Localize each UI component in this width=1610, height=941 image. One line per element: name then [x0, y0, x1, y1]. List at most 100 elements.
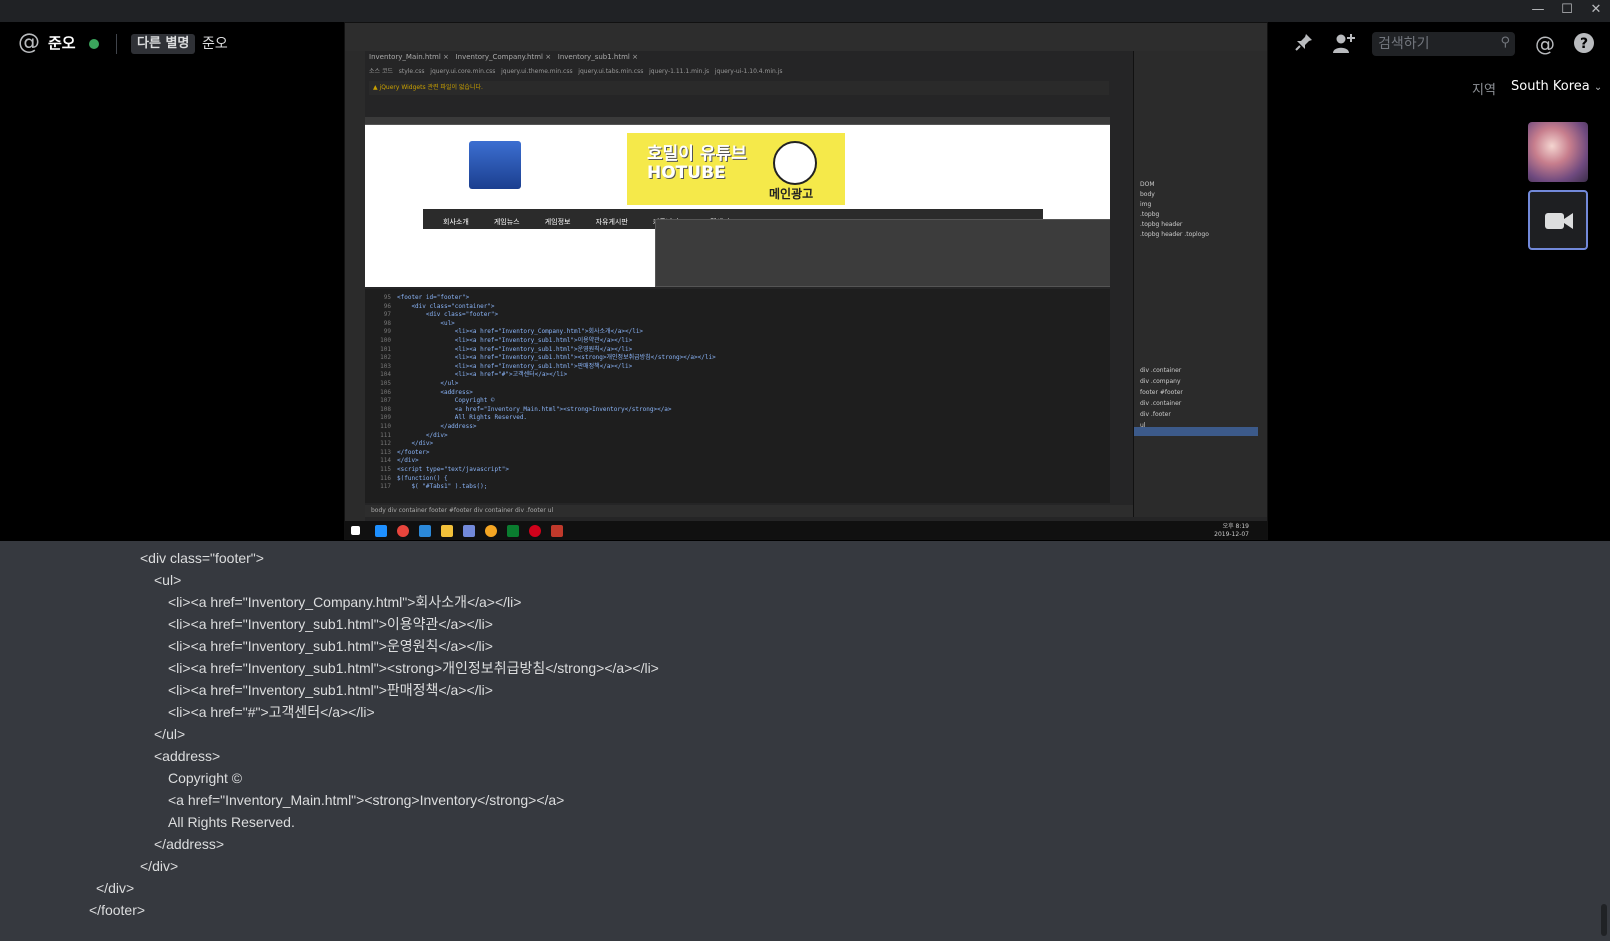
code-text: <div class="container"> — [397, 302, 495, 310]
close-icon[interactable]: ✕ — [1582, 0, 1610, 20]
search-icon: ⚲ — [1500, 35, 1510, 50]
code-text: </div> — [397, 431, 448, 439]
nav-item: 회사소개 — [443, 218, 469, 226]
code-text: <li><a href="Inventory_Company.html">회사소… — [397, 328, 644, 336]
region-selector[interactable]: South Korea ⌄ — [1511, 79, 1602, 94]
code-text: <a href="Inventory_Main.html"><strong>In… — [397, 405, 672, 413]
code-text: </div> — [397, 457, 419, 465]
window-titlebar: — ☐ ✕ — [0, 0, 1610, 22]
editor-statusbar: body div container footer #footer div co… — [365, 505, 1133, 517]
search-input[interactable] — [1378, 34, 1488, 54]
participant-avatar-tile[interactable] — [1528, 122, 1588, 182]
editor-right-panel: DOM body img .topbg .topbg header .topbg head… — [1133, 51, 1267, 517]
dom-tree-item[interactable]: footer #footer — [1140, 389, 1183, 396]
code-block-line: </address> — [154, 836, 225, 852]
code-block-line: <li><a href="Inventory_sub1.html">운영원칙</… — [168, 638, 493, 654]
code-text: <ul> — [397, 319, 455, 327]
code-block-line: </div> — [96, 880, 135, 896]
dom-tree-item[interactable]: DOM — [1140, 181, 1155, 188]
search-box[interactable]: ⚲ — [1372, 32, 1515, 56]
dreamweaver-icon — [507, 525, 519, 537]
banner-ad-label: 메인광고 — [769, 187, 814, 201]
nickname-value: 준오 — [202, 36, 228, 52]
maximize-icon[interactable]: ☐ — [1553, 0, 1581, 20]
chrome-icon — [397, 525, 409, 537]
code-text: <li><a href="Inventory_sub1.html">판매정책</… — [397, 362, 633, 370]
code-text: <li><a href="Inventory_sub1.html">이용약관</… — [397, 337, 633, 344]
editor-code-view: 95 <footer id="footer"> 96 <div class="con… — [365, 289, 1110, 503]
code-block-line: <address> — [154, 748, 221, 764]
windows-start-icon — [351, 526, 360, 535]
code-text: <li><a href="#">고객센터</a></li> — [397, 371, 568, 379]
svg-text:?: ? — [1580, 36, 1588, 52]
editor-ruler — [365, 117, 1110, 125]
code-block-line: <ul> — [154, 572, 182, 588]
mention-icon[interactable]: @ — [1533, 32, 1557, 56]
dom-tree-item[interactable]: body — [1140, 191, 1155, 198]
code-message-panel: <div class="footer"> <ul> <li><a href="Inv… — [0, 541, 1610, 941]
dom-tree-item[interactable]: img — [1140, 201, 1151, 208]
scrollbar-thumb[interactable] — [1601, 904, 1607, 936]
code-block-line: <a href="Inventory_Main.html"><strong>In… — [168, 792, 565, 808]
region-label: 지역 — [1472, 83, 1496, 98]
header-divider — [116, 34, 117, 54]
code-text: Copyright © — [397, 397, 495, 405]
add-friend-icon[interactable] — [1332, 32, 1356, 56]
code-block-line: </div> — [140, 858, 179, 874]
code-text: <address> — [397, 388, 473, 396]
code-text: $(function() { — [397, 474, 448, 482]
code-block-line: </footer> — [89, 902, 146, 918]
user-name: 준오 — [48, 34, 76, 52]
code-text: <script type="text/javascript"> — [397, 466, 509, 473]
dom-tree-item[interactable]: .topbg header — [1140, 221, 1182, 228]
code-text: <footer id="footer"> — [397, 294, 470, 301]
code-text: <div class="footer"> — [397, 311, 499, 319]
app-icon — [529, 525, 541, 537]
video-camera-icon — [1545, 213, 1573, 229]
screen-share-view[interactable]: Inventory_Main.html × Inventory_Company.… — [344, 22, 1268, 540]
pin-icon[interactable] — [1292, 32, 1316, 56]
code-block-line: </ul> — [154, 726, 186, 742]
code-block-line: <li><a href="#">고객센터</a></li> — [168, 704, 375, 720]
minimize-icon[interactable]: — — [1524, 0, 1552, 20]
folder-icon — [441, 525, 453, 537]
app-icon — [485, 525, 497, 537]
online-status-indicator — [89, 39, 99, 49]
code-block-line: <li><a href="Inventory_sub1.html">판매정책</… — [168, 682, 493, 698]
nickname-tag: 다른 별명 — [131, 34, 196, 54]
at-icon: @ — [18, 30, 40, 55]
code-block-line: Copyright © — [168, 770, 243, 786]
dom-tree-item[interactable]: div .company — [1140, 378, 1181, 385]
code-text: </address> — [397, 423, 477, 430]
screenshare-tile[interactable] — [1528, 190, 1588, 250]
cartoon-face-image — [773, 141, 817, 185]
editor-menubar — [345, 23, 1267, 51]
editor-related-files: 소스 코드 style.css jquery.ui.core.min.css j… — [369, 68, 783, 75]
dom-tree-item[interactable]: .topbg — [1140, 211, 1159, 218]
help-icon[interactable]: ? — [1572, 32, 1596, 56]
code-text: </ul> — [397, 380, 459, 387]
code-block-line: <li><a href="Inventory_sub1.html"><stron… — [168, 660, 659, 676]
main-banner: 호밀이 유튜브 HOTUBE 메인광고 — [627, 133, 845, 205]
code-text: </footer> — [397, 448, 430, 456]
region-value: South Korea — [1511, 79, 1590, 94]
site-logo — [469, 141, 521, 189]
dom-tree-item[interactable]: div .container — [1140, 400, 1181, 407]
code-text: <li><a href="Inventory_sub1.html"><stron… — [397, 354, 716, 362]
taskbar-clock: 오후 8:19 2019-12-07 — [1214, 523, 1249, 538]
code-text: <li><a href="Inventory_sub1.html">운영원칙</… — [397, 345, 633, 353]
dom-tree-item[interactable]: div .container — [1140, 367, 1181, 374]
code-text: </div> — [397, 440, 434, 448]
properties-panel — [655, 219, 1110, 287]
nav-item: 자유게시판 — [595, 218, 628, 226]
app-icon — [551, 525, 563, 537]
editor-toolbar — [345, 51, 365, 529]
dom-tree-item[interactable]: ul — [1140, 422, 1145, 429]
dom-tree-item[interactable]: .topbg header .toplogo — [1140, 231, 1209, 238]
dom-tree-item[interactable]: div .footer — [1140, 411, 1171, 418]
discord-icon — [463, 525, 475, 537]
chevron-down-icon: ⌄ — [1593, 82, 1603, 93]
code-text: $( "#Tabs1" ).tabs(); — [397, 483, 488, 491]
code-block-line: <div class="footer"> — [140, 550, 264, 566]
editor-warning-bar: ▲ jQuery Widgets 관련 파일이 없습니다. — [369, 81, 1109, 95]
